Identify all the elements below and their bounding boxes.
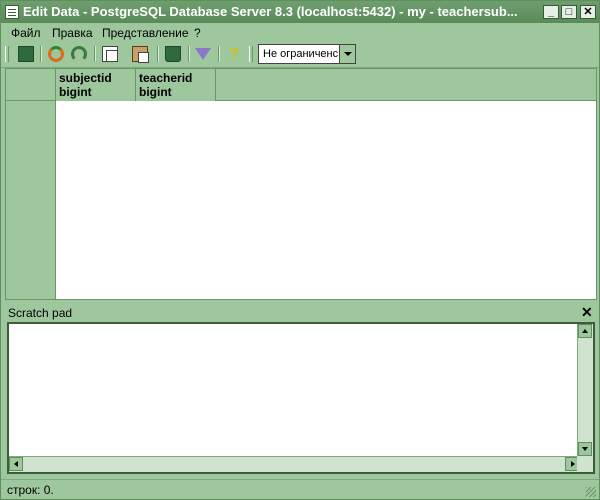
scrollbar-corner bbox=[577, 456, 593, 472]
column-header-subjectid[interactable]: subjectid bigint bbox=[56, 69, 136, 101]
chevron-down-icon[interactable] bbox=[339, 45, 355, 63]
column-type: bigint bbox=[59, 85, 92, 99]
column-name: teacherid bbox=[139, 71, 193, 85]
row-header-column bbox=[6, 101, 56, 299]
toolbar-separator bbox=[218, 46, 219, 62]
undo-icon[interactable] bbox=[71, 46, 87, 62]
data-grid[interactable]: subjectid bigint teacherid bigint bbox=[5, 68, 597, 300]
row-count-status: строк: 0. bbox=[7, 483, 54, 497]
refresh-icon[interactable] bbox=[48, 46, 64, 62]
toolbar-grip[interactable] bbox=[249, 46, 253, 62]
delete-icon[interactable] bbox=[165, 46, 181, 62]
scroll-up-icon[interactable] bbox=[578, 324, 592, 338]
maximize-button[interactable]: □ bbox=[561, 5, 577, 19]
scroll-left-icon[interactable] bbox=[9, 457, 23, 471]
toolbar-separator bbox=[94, 46, 95, 62]
title-bar[interactable]: Edit Data - PostgreSQL Database Server 8… bbox=[1, 1, 599, 23]
close-button[interactable]: ✕ bbox=[580, 5, 596, 19]
toolbar-separator bbox=[157, 46, 158, 62]
scratch-pad-textarea[interactable] bbox=[7, 322, 595, 474]
menu-view[interactable]: Представление bbox=[102, 26, 189, 40]
resize-grip-icon[interactable] bbox=[586, 487, 596, 497]
save-icon[interactable] bbox=[18, 46, 34, 62]
table-app-icon bbox=[5, 5, 19, 19]
menu-help[interactable]: ? bbox=[194, 26, 201, 40]
toolbar-separator bbox=[188, 46, 189, 62]
status-bar: строк: 0. bbox=[1, 479, 599, 500]
horizontal-scrollbar[interactable] bbox=[9, 456, 579, 472]
vertical-scrollbar[interactable] bbox=[577, 324, 593, 456]
edit-data-window: Edit Data - PostgreSQL Database Server 8… bbox=[0, 0, 600, 500]
menu-edit[interactable]: Правка bbox=[52, 26, 93, 40]
menu-file[interactable]: Файл bbox=[11, 26, 41, 40]
row-limit-select[interactable]: Не ограниченс bbox=[258, 44, 356, 64]
minimize-button[interactable]: _ bbox=[543, 5, 559, 19]
column-name: subjectid bbox=[59, 71, 112, 85]
window-title: Edit Data - PostgreSQL Database Server 8… bbox=[23, 4, 518, 19]
menu-bar: Файл Правка Представление ? bbox=[1, 23, 599, 42]
close-icon[interactable]: ✕ bbox=[581, 304, 593, 321]
grid-corner-cell[interactable] bbox=[6, 69, 56, 101]
help-icon[interactable]: ? bbox=[226, 45, 242, 62]
column-header-teacherid[interactable]: teacherid bigint bbox=[136, 69, 216, 101]
row-limit-value: Не ограниченс bbox=[263, 48, 339, 60]
paste-icon[interactable] bbox=[132, 46, 149, 63]
scroll-down-icon[interactable] bbox=[578, 442, 592, 456]
toolbar-separator bbox=[40, 46, 41, 62]
column-type: bigint bbox=[139, 85, 172, 99]
filter-icon[interactable] bbox=[195, 48, 211, 60]
toolbar-grip[interactable] bbox=[5, 46, 9, 62]
scratch-pad-label: Scratch pad bbox=[8, 306, 73, 320]
copy-icon[interactable] bbox=[102, 46, 118, 62]
